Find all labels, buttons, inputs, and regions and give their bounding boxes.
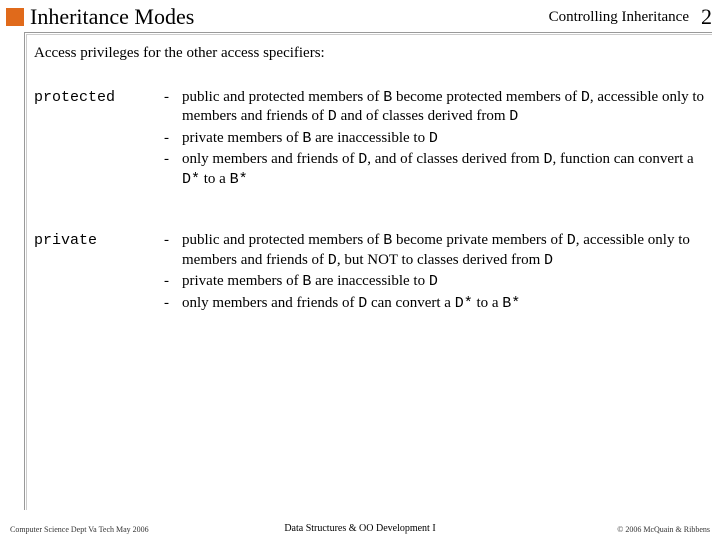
page-number: 2 [701, 4, 712, 30]
bullet-dash-icon: - [164, 272, 182, 292]
item-text: private members of B are inaccessible to… [182, 129, 706, 149]
bullet-dash-icon: - [164, 129, 182, 149]
spec-label: protected [34, 88, 164, 192]
footer-right: © 2006 McQuain & Ribbens [617, 525, 710, 534]
bullet-dash-icon: - [164, 294, 182, 314]
bullet-dash-icon: - [164, 88, 182, 127]
bullet-dash-icon: - [164, 231, 182, 270]
title-marker-icon [6, 8, 24, 26]
list-item: - private members of B are inaccessible … [164, 272, 706, 292]
bullet-dash-icon: - [164, 150, 182, 189]
item-text: only members and friends of D, and of cl… [182, 150, 706, 189]
page-title: Inheritance Modes [30, 4, 549, 30]
item-text: only members and friends of D can conver… [182, 294, 706, 314]
spec-items: - public and protected members of B beco… [164, 88, 706, 192]
intro-text: Access privileges for the other access s… [34, 44, 706, 64]
item-text: public and protected members of B become… [182, 88, 706, 127]
list-item: - public and protected members of B beco… [164, 231, 706, 270]
item-text: private members of B are inaccessible to… [182, 272, 706, 292]
footer-center: Data Structures & OO Development I [284, 523, 435, 534]
footer-left: Computer Science Dept Va Tech May 2006 [10, 525, 149, 534]
spec-label: private [34, 231, 164, 315]
spec-items: - public and protected members of B beco… [164, 231, 706, 315]
slide-content: Access privileges for the other access s… [34, 44, 706, 355]
spec-block-protected: protected - public and protected members… [34, 88, 706, 192]
section-label: Controlling Inheritance [549, 9, 689, 26]
list-item: - private members of B are inaccessible … [164, 129, 706, 149]
list-item: - only members and friends of D, and of … [164, 150, 706, 189]
item-text: public and protected members of B become… [182, 231, 706, 270]
list-item: - only members and friends of D can conv… [164, 294, 706, 314]
slide-header: Inheritance Modes Controlling Inheritanc… [0, 0, 720, 32]
list-item: - public and protected members of B beco… [164, 88, 706, 127]
spec-block-private: private - public and protected members o… [34, 231, 706, 315]
